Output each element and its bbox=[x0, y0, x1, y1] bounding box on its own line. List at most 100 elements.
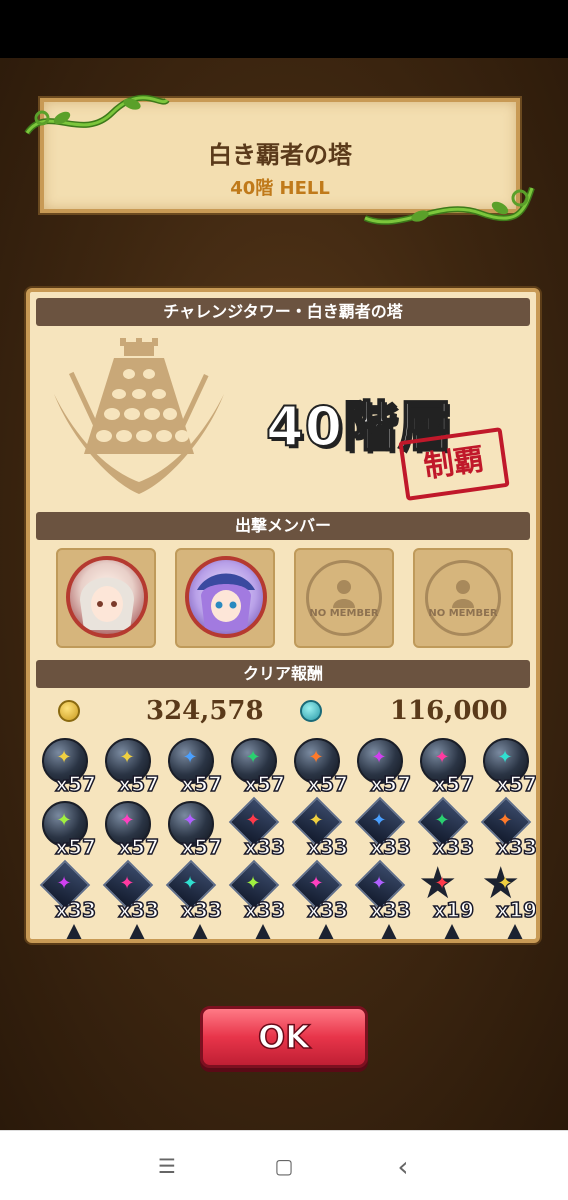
element-mark-icon: ✦ bbox=[245, 810, 261, 831]
no-member-emblem: NO MEMBER bbox=[425, 560, 501, 636]
element-mark-icon: ✦ bbox=[308, 873, 324, 894]
item-quantity: x33 bbox=[244, 897, 286, 923]
element-mark-icon: ✦ bbox=[371, 810, 387, 831]
item-quantity: x33 bbox=[370, 834, 412, 860]
game-screen: 白き覇者の塔 40階 HELL チャレンジタワー・白き覇者の塔 40階層 制覇 … bbox=[0, 58, 568, 1130]
item-quantity: x33 bbox=[370, 897, 412, 923]
reward-item[interactable]: ✦ x57 bbox=[99, 734, 160, 797]
vine-decoration-left bbox=[24, 94, 170, 135]
character-face-icon bbox=[197, 573, 255, 630]
character-portrait-white-hair bbox=[66, 556, 148, 638]
home-button[interactable]: ▢ bbox=[269, 1153, 299, 1179]
rewards-heading: クリア報酬 bbox=[36, 660, 530, 688]
exp-orb-icon bbox=[300, 700, 322, 722]
element-mark-icon: ✦ bbox=[119, 810, 135, 831]
silhouette-icon bbox=[333, 579, 355, 608]
reward-item[interactable]: ✦ x33 bbox=[351, 796, 412, 860]
item-quantity: x57 bbox=[496, 771, 537, 797]
item-quantity: x57 bbox=[244, 771, 286, 797]
character-face-icon bbox=[80, 577, 134, 630]
reward-item[interactable]: ✦ x57 bbox=[162, 734, 223, 797]
item-quantity: x57 bbox=[55, 771, 97, 797]
back-button[interactable]: ‹ bbox=[388, 1150, 418, 1183]
partial-items-icon bbox=[66, 924, 523, 939]
item-quantity: x57 bbox=[55, 834, 97, 860]
element-mark-icon: ✦ bbox=[119, 747, 135, 768]
element-mark-icon: ✦ bbox=[119, 873, 135, 894]
reward-item[interactable]: ✦ x33 bbox=[414, 796, 475, 860]
element-mark-icon: ✦ bbox=[497, 747, 513, 768]
reward-item[interactable]: ✦ x57 bbox=[36, 797, 97, 860]
reward-item[interactable]: ✦ x33 bbox=[288, 859, 349, 923]
reward-item[interactable]: ✦ x33 bbox=[477, 796, 536, 860]
status-bar bbox=[0, 0, 568, 58]
gold-amount: 324,578 bbox=[146, 696, 264, 726]
reward-item[interactable]: ✦ x33 bbox=[162, 859, 223, 923]
element-mark-icon: ✦ bbox=[497, 810, 513, 831]
reward-item[interactable]: ★ ✦ x19 bbox=[477, 860, 536, 923]
element-mark-icon: ✦ bbox=[371, 873, 387, 894]
reward-item[interactable]: ✦ x33 bbox=[225, 796, 286, 860]
element-mark-icon: ✦ bbox=[182, 747, 198, 768]
element-mark-icon: ✦ bbox=[371, 747, 387, 768]
reward-item[interactable]: ✦ x33 bbox=[288, 796, 349, 860]
reward-item[interactable]: ✦ x57 bbox=[288, 734, 349, 797]
back-icon: ‹ bbox=[397, 1149, 409, 1183]
item-quantity: x57 bbox=[118, 834, 160, 860]
reward-item[interactable]: ✦ x57 bbox=[414, 734, 475, 797]
exp-amount: 116,000 bbox=[390, 696, 508, 726]
recent-apps-button[interactable]: ☰ bbox=[152, 1153, 182, 1179]
item-quantity: x57 bbox=[433, 771, 475, 797]
item-quantity: x57 bbox=[181, 771, 223, 797]
reward-items-next-row bbox=[30, 920, 536, 939]
reward-item[interactable]: ✦ x33 bbox=[99, 859, 160, 923]
result-panel: チャレンジタワー・白き覇者の塔 40階層 制覇 出撃メンバー NO MEMBER… bbox=[26, 288, 540, 943]
reward-item[interactable]: ✦ x33 bbox=[225, 859, 286, 923]
reward-item[interactable]: ✦ x57 bbox=[351, 734, 412, 797]
element-mark-icon: ✦ bbox=[245, 747, 261, 768]
item-quantity: x33 bbox=[55, 897, 97, 923]
vine-decoration-right bbox=[363, 187, 535, 225]
item-quantity: x33 bbox=[118, 897, 160, 923]
item-quantity: x33 bbox=[244, 834, 286, 860]
reward-item[interactable]: ✦ x57 bbox=[99, 797, 160, 860]
element-mark-icon: ✦ bbox=[56, 747, 72, 768]
reward-item[interactable]: ✦ x33 bbox=[351, 859, 412, 923]
reward-item[interactable]: ✦ x57 bbox=[477, 734, 536, 797]
element-mark-icon: ✦ bbox=[56, 873, 72, 894]
reward-item[interactable]: ✦ x57 bbox=[36, 734, 97, 797]
element-mark-icon: ✦ bbox=[434, 873, 450, 894]
menu-icon: ☰ bbox=[158, 1154, 176, 1178]
item-quantity: x33 bbox=[181, 897, 223, 923]
item-quantity: x33 bbox=[433, 834, 475, 860]
member-slot-2[interactable] bbox=[175, 548, 275, 648]
reward-item[interactable]: ✦ x57 bbox=[162, 797, 223, 860]
item-quantity: x33 bbox=[307, 834, 349, 860]
home-icon: ▢ bbox=[274, 1154, 294, 1178]
ok-button[interactable]: OK bbox=[200, 1006, 368, 1068]
no-member-emblem: NO MEMBER bbox=[306, 560, 382, 636]
conquered-stamp: 制覇 bbox=[398, 427, 510, 501]
item-quantity: x57 bbox=[370, 771, 412, 797]
element-mark-icon: ✦ bbox=[182, 873, 198, 894]
members-heading: 出撃メンバー bbox=[36, 512, 530, 540]
reward-item[interactable]: ★ ✦ x19 bbox=[414, 860, 475, 923]
item-quantity: x33 bbox=[307, 897, 349, 923]
element-mark-icon: ✦ bbox=[308, 810, 324, 831]
element-mark-icon: ✦ bbox=[308, 747, 324, 768]
android-nav-bar: ☰ ▢ ‹ bbox=[0, 1130, 568, 1200]
element-mark-icon: ✦ bbox=[182, 810, 198, 831]
ok-label: OK bbox=[257, 1017, 311, 1057]
reward-item[interactable]: ✦ x33 bbox=[36, 859, 97, 923]
gold-coin-icon bbox=[58, 700, 80, 722]
member-slot-3-empty[interactable]: NO MEMBER bbox=[294, 548, 394, 648]
tower-emblem-icon bbox=[54, 338, 224, 494]
element-mark-icon: ✦ bbox=[56, 810, 72, 831]
element-mark-icon: ✦ bbox=[497, 873, 513, 894]
item-quantity: x57 bbox=[118, 771, 160, 797]
element-mark-icon: ✦ bbox=[434, 747, 450, 768]
silhouette-icon bbox=[452, 579, 474, 608]
member-slot-1[interactable] bbox=[56, 548, 156, 648]
reward-item[interactable]: ✦ x57 bbox=[225, 734, 286, 797]
member-slot-4-empty[interactable]: NO MEMBER bbox=[413, 548, 513, 648]
